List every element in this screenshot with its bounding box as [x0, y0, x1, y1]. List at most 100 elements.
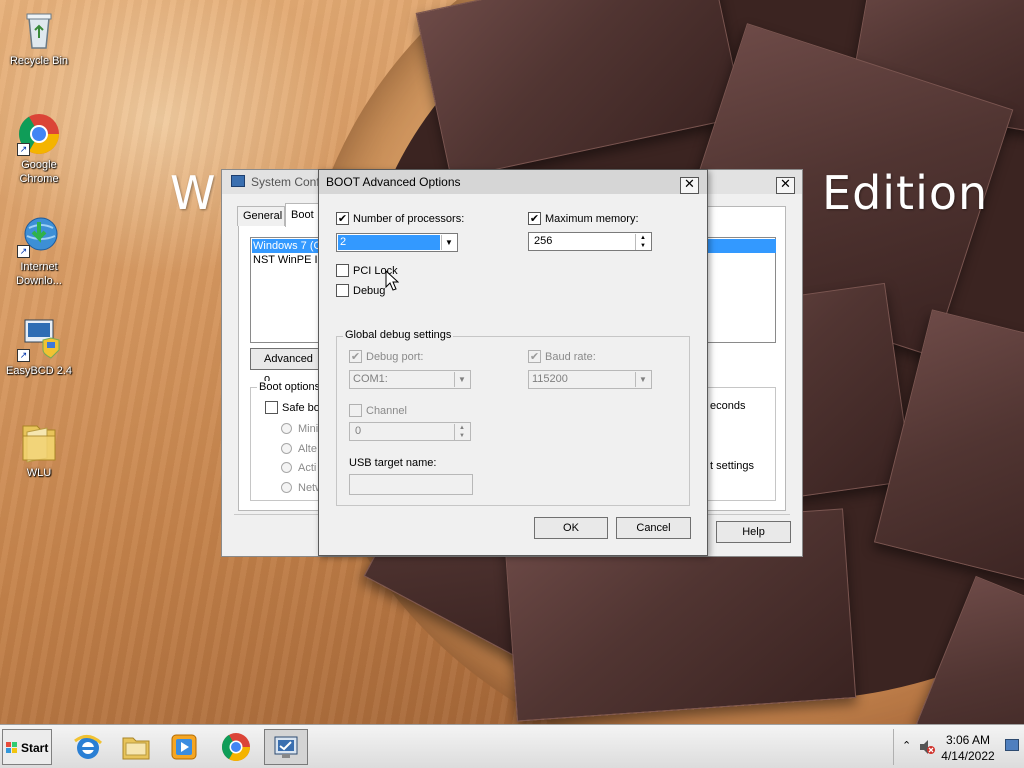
taskbar-chrome[interactable]	[218, 729, 254, 765]
radio-alternate-shell[interactable]	[281, 443, 292, 454]
baud-rate-dropdown[interactable]: 115200 ▼	[528, 370, 652, 389]
debug-checkbox[interactable]	[336, 284, 349, 297]
max-memory-spinner[interactable]: 256 ▲ ▼	[528, 232, 652, 251]
chrome-icon: ↗	[17, 112, 61, 156]
baud-rate-checkbox[interactable]: ✔	[528, 350, 541, 363]
taskbar-internet-explorer[interactable]	[70, 729, 106, 765]
radio-active-directory[interactable]	[281, 462, 292, 473]
system-configuration-icon	[231, 175, 245, 187]
help-button[interactable]: Help	[716, 521, 791, 543]
taskbar-system-configuration[interactable]	[264, 729, 308, 765]
spin-down-icon[interactable]: ▼	[454, 432, 469, 440]
channel-spinner[interactable]: 0 ▲ ▼	[349, 422, 471, 441]
ok-button[interactable]: OK	[534, 517, 608, 539]
tab-general[interactable]: General	[237, 206, 285, 226]
timeout-seconds-label: econds	[710, 400, 746, 412]
baud-rate-value: 115200	[532, 373, 568, 385]
baud-rate-label: Baud rate:	[545, 351, 596, 363]
max-memory-value: 256	[534, 235, 553, 247]
radio-label: Alte	[298, 443, 317, 455]
dialog-title: BOOT Advanced Options	[326, 175, 461, 189]
safe-boot-label: Safe bo	[282, 402, 320, 414]
system-tray: ⌃ 3:06 AM 4/14/2022	[893, 729, 1022, 765]
chevron-down-icon[interactable]: ▼	[635, 372, 650, 387]
debug-port-label: Debug port:	[366, 351, 424, 363]
shortcut-arrow-icon: ↗	[17, 143, 30, 156]
system-configuration-icon	[270, 732, 302, 764]
debug-port-value: COM1:	[353, 373, 388, 385]
desktop-icon-label: EasyBCD 2.4	[5, 365, 73, 377]
channel-value: 0	[355, 425, 362, 437]
debug-port-checkbox[interactable]: ✔	[349, 350, 362, 363]
make-permanent-label: t settings	[710, 460, 755, 472]
usb-target-input[interactable]	[349, 474, 473, 495]
easybcd-icon: ↗	[17, 318, 61, 362]
folder-icon	[17, 420, 61, 464]
radio-minimal[interactable]	[281, 423, 292, 434]
clock-time[interactable]: 3:06 AM	[942, 733, 994, 747]
mouse-cursor-icon	[385, 270, 399, 291]
internet-download-manager-icon: ↗	[17, 214, 61, 258]
usb-target-label: USB target name:	[349, 457, 437, 469]
max-memory-label: Maximum memory:	[545, 213, 639, 225]
file-explorer-icon	[120, 731, 152, 763]
global-debug-settings-title: Global debug settings	[343, 329, 454, 341]
cancel-button[interactable]: Cancel	[616, 517, 691, 539]
tab-boot[interactable]: Boot	[285, 203, 321, 227]
shortcut-arrow-icon: ↗	[17, 245, 30, 258]
safe-boot-checkbox[interactable]	[265, 401, 278, 414]
window-title: System Conf	[251, 175, 320, 189]
num-processors-value: 2	[340, 236, 347, 248]
channel-checkbox[interactable]	[349, 404, 362, 417]
chrome-icon	[220, 731, 252, 763]
num-processors-label: Number of processors:	[353, 213, 465, 225]
wallpaper-text-right: Edition	[822, 166, 989, 220]
desktop-icon-easybcd[interactable]: ↗ EasyBCD 2.4	[1, 318, 77, 378]
channel-label: Channel	[366, 405, 407, 417]
spin-down-icon[interactable]: ▼	[635, 242, 650, 250]
desktop-icon-label: Recycle Bin	[9, 55, 69, 67]
num-processors-checkbox[interactable]: ✔	[336, 212, 349, 225]
clock-date[interactable]: 4/14/2022	[938, 749, 998, 763]
radio-network[interactable]	[281, 482, 292, 493]
dialog-close-button[interactable]: ✕	[680, 177, 699, 194]
start-label: Start	[21, 741, 49, 755]
desktop-icon-internet-download-manager[interactable]: ↗ Internet Downlo...	[1, 214, 77, 288]
internet-explorer-icon	[72, 731, 104, 763]
recycle-bin-icon	[17, 8, 61, 52]
windows-logo-icon	[6, 742, 18, 754]
close-button[interactable]: ✕	[776, 177, 795, 194]
boot-advanced-options-dialog: BOOT Advanced Options ✕ ✔ Number of proc…	[318, 169, 708, 556]
radio-label: Acti	[298, 462, 317, 474]
shortcut-arrow-icon: ↗	[17, 349, 30, 362]
debug-port-dropdown[interactable]: COM1: ▼	[349, 370, 471, 389]
start-button[interactable]: Start	[2, 729, 52, 765]
desktop-icon-recycle-bin[interactable]: Recycle Bin	[1, 8, 77, 68]
taskbar-media-player[interactable]	[166, 729, 202, 765]
spin-up-icon[interactable]: ▲	[454, 424, 469, 432]
pci-lock-checkbox[interactable]	[336, 264, 349, 277]
boot-entry[interactable]: Windows 7 (C	[253, 240, 321, 252]
num-processors-dropdown[interactable]: 2 ▼	[336, 233, 458, 252]
show-desktop-icon[interactable]	[1005, 739, 1019, 751]
dialog-titlebar[interactable]: BOOT Advanced Options ✕	[319, 170, 707, 194]
boot-entry[interactable]: NST WinPE In	[253, 254, 324, 266]
taskbar-file-explorer[interactable]	[118, 729, 154, 765]
spin-up-icon[interactable]: ▲	[635, 234, 650, 242]
volume-muted-icon[interactable]	[918, 738, 936, 756]
desktop-icon-wlu[interactable]: WLU	[1, 420, 77, 480]
boot-options-title: Boot options	[257, 381, 323, 393]
debug-label: Debug	[353, 285, 386, 297]
chevron-down-icon[interactable]: ▼	[441, 235, 456, 250]
wallpaper-text-left: W	[170, 166, 217, 220]
media-player-icon	[168, 731, 200, 763]
advanced-options-button[interactable]: Advanced o	[250, 348, 320, 385]
chevron-down-icon[interactable]: ▼	[454, 372, 469, 387]
show-hidden-icons-icon[interactable]: ⌃	[902, 739, 911, 752]
radio-label: Mini	[298, 423, 319, 435]
selection-highlight	[338, 235, 440, 250]
desktop-icon-label: Internet Downlo...	[16, 261, 62, 287]
taskbar: Start ⌃ 3:06 AM 4/14/2022	[0, 724, 1024, 768]
max-memory-checkbox[interactable]: ✔	[528, 212, 541, 225]
desktop-icon-google-chrome[interactable]: ↗ Google Chrome	[1, 112, 77, 186]
